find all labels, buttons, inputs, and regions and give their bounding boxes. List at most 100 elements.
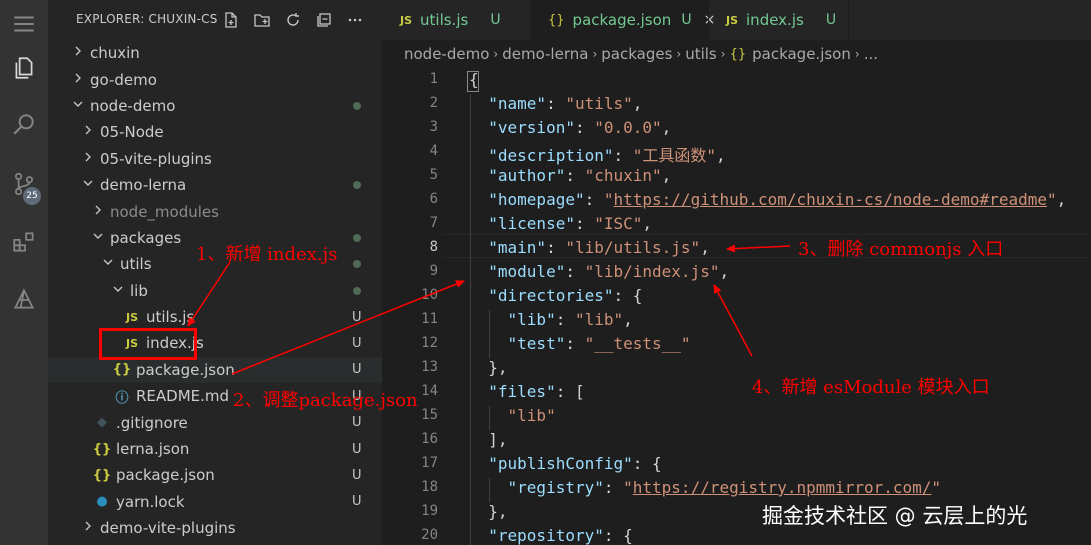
- code-line: "files": [: [469, 382, 584, 401]
- code-token: :: [603, 478, 624, 497]
- code-token: :: [565, 166, 585, 185]
- code-token: },: [469, 502, 508, 521]
- tree-item-label: demo-vite-plugins: [100, 519, 236, 538]
- tab-label: index.js: [746, 11, 804, 29]
- index-js-highlight-box: [99, 328, 197, 360]
- code-line: },: [469, 502, 508, 521]
- collapse-all-icon[interactable]: [313, 9, 335, 31]
- untracked-badge: U: [352, 467, 362, 483]
- tree-item[interactable]: ◆ .gitignore U: [48, 409, 382, 435]
- chevron-right-icon: [70, 72, 86, 88]
- tree-item-label: utils.js: [146, 308, 195, 327]
- explorer-files-icon[interactable]: [0, 44, 48, 92]
- tree-item[interactable]: 05-Node: [48, 119, 382, 145]
- tree-item[interactable]: {} package.json U: [48, 462, 382, 488]
- new-file-icon[interactable]: [220, 9, 242, 31]
- code-token: "directories": [488, 286, 614, 305]
- chevron-right-icon: [70, 45, 86, 61]
- chevron-right-icon: [90, 204, 106, 220]
- code-token: "__tests__": [584, 334, 691, 353]
- tab-package-json[interactable]: {} package.json U ×: [530, 0, 715, 40]
- tree-item[interactable]: JS utils.js U: [48, 304, 382, 330]
- tree-item[interactable]: {} lerna.json U: [48, 436, 382, 462]
- line-number: 7: [429, 215, 438, 231]
- tree-item[interactable]: go-demo: [48, 66, 382, 92]
- code-token: "module": [488, 262, 566, 281]
- explorer-sidebar: EXPLORER: CHUXIN-CS chuxin go-demo node-de…: [48, 0, 382, 545]
- code-token: :: [565, 262, 585, 281]
- code-token: :: [565, 334, 585, 353]
- line-number: 13: [421, 359, 438, 375]
- tab-separator: [848, 0, 849, 40]
- js-file-icon: JS: [726, 13, 739, 27]
- breadcrumb-item[interactable]: demo-lerna: [502, 45, 588, 63]
- code-token: "files": [488, 382, 556, 401]
- modified-dot: [353, 286, 361, 295]
- line-number: 4: [429, 143, 438, 159]
- search-icon[interactable]: [0, 100, 48, 148]
- remote-explorer-icon[interactable]: [0, 276, 48, 324]
- tree-item[interactable]: demo-lerna: [48, 172, 382, 198]
- code-line: "description": "工具函数",: [469, 142, 726, 166]
- new-folder-icon[interactable]: [251, 9, 273, 31]
- untracked-badge: U: [352, 441, 362, 457]
- more-icon[interactable]: [344, 9, 366, 31]
- breadcrumb-item[interactable]: node-demo: [404, 45, 489, 63]
- tree-item[interactable]: 05-vite-plugins: [48, 146, 382, 172]
- refresh-icon[interactable]: [282, 9, 304, 31]
- tab-utils-js[interactable]: JS utils.js U: [382, 0, 530, 40]
- code-line: "registry": "https://registry.npmmirror.…: [469, 478, 942, 497]
- chevron-right-icon: ›: [493, 47, 499, 61]
- breadcrumb-tail[interactable]: ...: [864, 45, 878, 63]
- tree-item-label: lib: [130, 281, 148, 300]
- code-token: "license": [488, 214, 575, 233]
- code-token: ,: [716, 146, 726, 165]
- json-file-icon: {}: [548, 12, 565, 28]
- chevron-right-icon: ›: [720, 47, 726, 61]
- tree-item[interactable]: ● yarn.lock U: [48, 489, 382, 515]
- tree-item[interactable]: chuxin: [48, 40, 382, 66]
- tree-item[interactable]: node-demo: [48, 93, 382, 119]
- tree-item[interactable]: {} package.json U: [48, 356, 382, 384]
- untracked-badge: U: [681, 12, 692, 28]
- tree-item-label: 05-vite-plugins: [100, 149, 212, 168]
- code-token: :: [574, 118, 595, 137]
- code-line: "repository": {: [469, 526, 633, 545]
- breadcrumb-file[interactable]: package.json: [752, 45, 851, 63]
- code-token: "registry": [507, 478, 604, 497]
- line-number: 19: [421, 503, 438, 519]
- code-token: "homepage": [488, 190, 585, 209]
- untracked-badge: U: [825, 12, 837, 28]
- breadcrumb: node-demo › demo-lerna › packages › utils ›{} pa…: [382, 40, 1091, 68]
- tree-item[interactable]: node_modules: [48, 198, 382, 224]
- tree-item-label: go-demo: [90, 70, 157, 89]
- annotation-3: 3、删除 commonjs 入口: [798, 239, 1004, 260]
- menu-icon[interactable]: [0, 0, 48, 48]
- tree-item[interactable]: demo-vite-plugins: [48, 515, 382, 541]
- code-token: ,: [1056, 190, 1067, 209]
- code-line: "version": "0.0.0",: [469, 118, 671, 137]
- chevron-right-icon: [80, 151, 96, 167]
- extensions-icon[interactable]: [0, 218, 48, 266]
- code-editor[interactable]: 1 2 3 4 5 6 7 8 9 10 11 12 13 14 15 16 17 18 19 20 { "name"…: [382, 68, 1091, 545]
- breadcrumb-item[interactable]: utils: [685, 45, 717, 63]
- line-number: 20: [421, 527, 438, 543]
- code-token: "description": [488, 146, 614, 165]
- js-file-icon: JS: [400, 13, 413, 27]
- line-number: 8: [429, 239, 438, 255]
- json-file-icon: {}: [729, 46, 747, 62]
- tab-index-js[interactable]: JS index.js U: [708, 0, 848, 40]
- breadcrumb-item[interactable]: packages: [601, 45, 672, 63]
- code-token: "test": [507, 334, 566, 353]
- tree-item[interactable]: lib: [48, 278, 382, 304]
- code-token: ,: [700, 238, 710, 257]
- chevron-down-icon: [100, 256, 116, 272]
- annotation-2: 2、调整package.json: [233, 390, 418, 411]
